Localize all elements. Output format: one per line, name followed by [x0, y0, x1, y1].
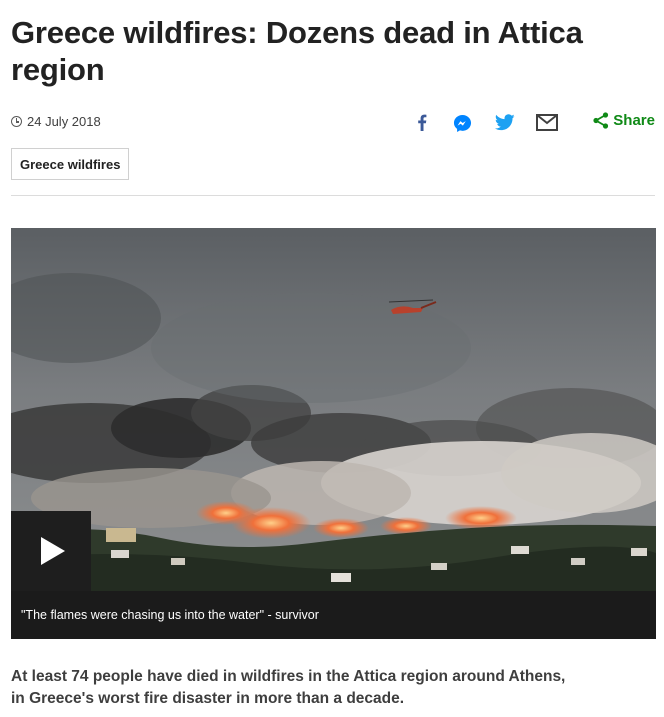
clock-icon [11, 116, 22, 127]
share-icon [593, 112, 609, 129]
wildfire-photo [11, 228, 656, 591]
facebook-icon[interactable] [417, 114, 427, 136]
video-caption: "The flames were chasing us into the wat… [11, 591, 656, 639]
summary-line-1: At least 74 people have died in wildfire… [11, 668, 566, 685]
share-button[interactable]: Share [593, 112, 655, 129]
summary-line-2: in Greece's worst fire disaster in more … [11, 690, 405, 707]
article-headline: Greece wildfires: Dozens dead in Attica … [11, 15, 583, 87]
play-button[interactable] [11, 511, 91, 591]
article-meta: 24 July 2018 Share [11, 112, 655, 134]
date-text: 24 July 2018 [27, 114, 101, 129]
article-date: 24 July 2018 [11, 114, 101, 129]
share-label: Share [613, 112, 655, 129]
twitter-icon[interactable] [494, 114, 515, 136]
messenger-icon[interactable] [453, 114, 472, 138]
divider [11, 195, 655, 196]
email-icon[interactable] [536, 114, 558, 136]
topic-tag[interactable]: Greece wildfires [11, 148, 129, 180]
video-player[interactable]: "The flames were chasing us into the wat… [11, 228, 656, 639]
article-summary: At least 74 people have died in wildfire… [11, 666, 611, 710]
